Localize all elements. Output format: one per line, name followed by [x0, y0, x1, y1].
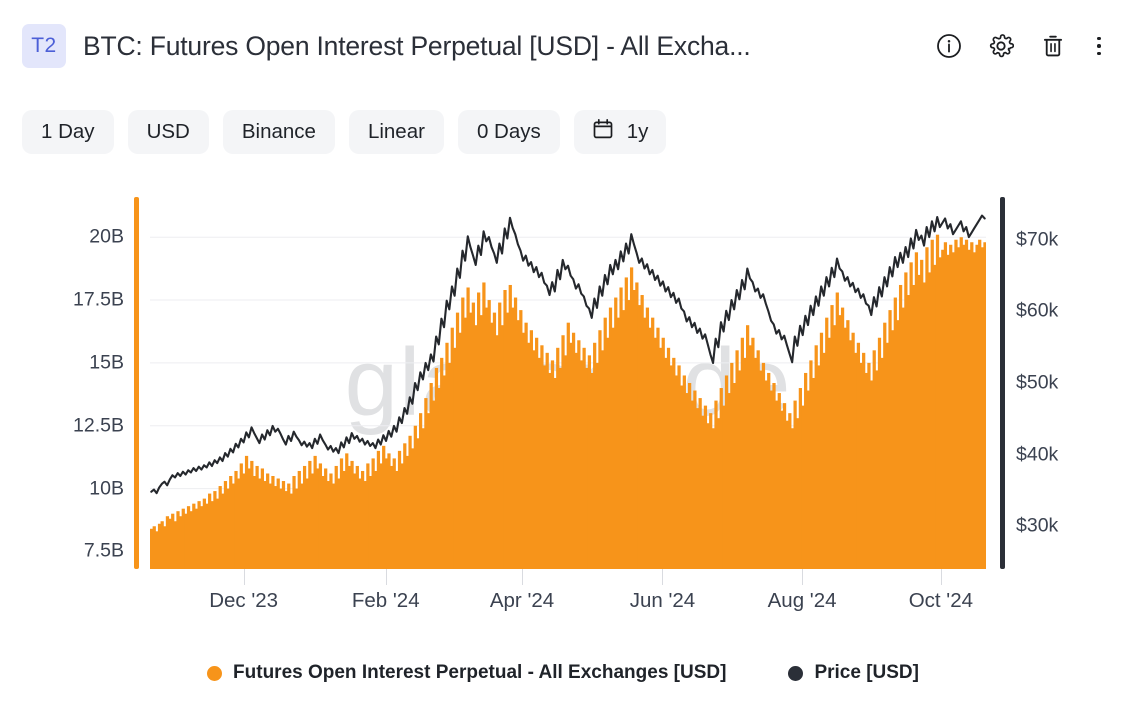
x-axis-ticks [0, 569, 1126, 587]
currency-selector[interactable]: USD [127, 110, 209, 154]
page-title: BTC: Futures Open Interest Perpetual [US… [83, 30, 751, 61]
legend-item-open-interest[interactable]: Futures Open Interest Perpetual - All Ex… [207, 662, 726, 684]
y-axis-right-tick: $60k [1016, 299, 1059, 322]
header-actions [936, 33, 1106, 59]
legend-label: Price [USD] [814, 662, 919, 683]
y-axis-left-tick: 17.5B [73, 288, 124, 311]
scale-selector[interactable]: Linear [348, 110, 444, 154]
y-axis-left-line [134, 197, 139, 569]
tier-badge: T2 [22, 24, 66, 68]
x-axis-tick [243, 569, 245, 585]
y-axis-left: 20B 17.5B 15B 12.5B 10B 7.5B [0, 185, 124, 575]
x-axis-tick-label: Dec '23 [209, 589, 279, 612]
y-axis-left-tick: 10B [89, 477, 124, 500]
calendar-icon [591, 117, 615, 147]
legend-label: Futures Open Interest Perpetual - All Ex… [233, 662, 727, 683]
y-axis-right-tick: $30k [1016, 514, 1059, 537]
x-axis-tick-label: Jun '24 [629, 589, 696, 612]
y-axis-left-tick: 15B [89, 351, 124, 374]
chart-area: 20B 17.5B 15B 12.5B 10B 7.5B glassnode $70k $6… [0, 185, 1126, 645]
y-axis-right-tick: $70k [1016, 228, 1059, 251]
x-axis-tick [802, 569, 804, 585]
y-axis-right-tick: $50k [1016, 371, 1059, 394]
x-axis-tick [940, 569, 942, 585]
y-axis-left-tick: 12.5B [73, 414, 124, 437]
info-icon[interactable] [936, 33, 962, 59]
exchange-selector[interactable]: Binance [222, 110, 335, 154]
x-axis-tick [662, 569, 664, 585]
x-axis-tick-label: Aug '24 [767, 589, 837, 612]
x-axis-tick-label: Apr '24 [489, 589, 555, 612]
x-axis-labels: Dec '23 Feb '24 Apr '24 Jun '24 Aug '24 Oct '… [0, 589, 1126, 623]
legend-color-dot-icon [788, 665, 804, 681]
gear-icon[interactable] [988, 33, 1014, 59]
chart-toolbar: 1 Day USD Binance Linear 0 Days 1y [22, 110, 667, 154]
chart-widget: T2 BTC: Futures Open Interest Perpetual … [0, 0, 1126, 702]
x-axis-tick-label: Feb '24 [351, 589, 420, 612]
resolution-selector[interactable]: 1 Day [22, 110, 114, 154]
x-axis-tick [522, 569, 524, 585]
x-axis-tick-label: Oct '24 [908, 589, 973, 612]
smoothing-selector[interactable]: 0 Days [457, 110, 560, 154]
plot-canvas[interactable]: glassnode [150, 197, 986, 569]
legend-item-price[interactable]: Price [USD] [788, 662, 919, 684]
y-axis-right-line [1000, 197, 1005, 569]
trash-icon[interactable] [1040, 33, 1066, 59]
y-axis-right: $70k $60k $50k $40k $30k [1016, 185, 1116, 575]
x-axis-tick [385, 569, 387, 585]
timeframe-selector[interactable]: 1y [573, 110, 667, 154]
timeframe-label: 1y [626, 120, 649, 143]
chart-graphic [150, 214, 986, 569]
y-axis-left-tick: 7.5B [83, 539, 124, 562]
y-axis-left-tick: 20B [89, 225, 124, 248]
chart-legend: Futures Open Interest Perpetual - All Ex… [0, 662, 1126, 684]
widget-header: T2 BTC: Futures Open Interest Perpetual … [0, 0, 1126, 92]
legend-color-dot-icon [207, 665, 223, 681]
kebab-menu-icon[interactable] [1092, 33, 1106, 59]
y-axis-right-tick: $40k [1016, 443, 1059, 466]
